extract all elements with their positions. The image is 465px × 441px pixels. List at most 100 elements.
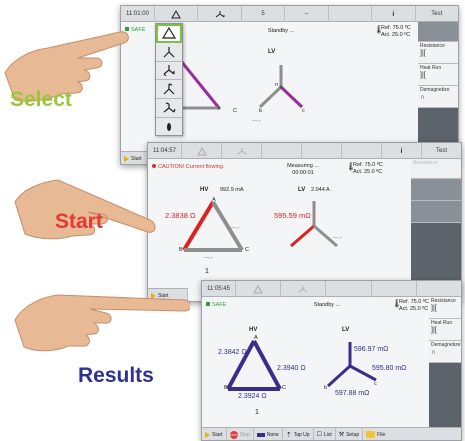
blank-button-3[interactable]: [417, 281, 461, 297]
test-tab[interactable]: Test: [416, 6, 458, 22]
state-text: Measuring ... 00:00:01: [273, 163, 333, 177]
tutorial-composite: 11:01:00 5 – i Test SAFE Standby ... 🌡 R…: [0, 0, 465, 441]
hv-c-label: C: [282, 385, 286, 391]
folder-icon: [366, 431, 376, 438]
thermometer-icon: 🌡: [346, 162, 357, 171]
screen-start: 11:04:57 i Test CAUTION! Current flowing…: [147, 142, 462, 302]
sidebar-item-resistance[interactable]: Resistance]|[: [429, 297, 461, 319]
sidebar-item-resistance[interactable]: Resistance]|[: [418, 42, 458, 64]
sidebar-item-disabled-2: [411, 201, 461, 223]
blank-button: [262, 143, 302, 159]
setup-button[interactable]: ⚒ Setup: [336, 428, 364, 440]
measuring-text: Measuring ...: [287, 163, 319, 169]
hv-label: HV: [249, 327, 258, 333]
wrench-icon: ⚒: [338, 432, 345, 438]
tap-mode-swatch-icon: [256, 432, 265, 437]
sidebar-blank: [418, 22, 458, 42]
single-phase-icon: [167, 123, 171, 132]
lv-b-label: b: [324, 385, 328, 391]
sidebar-item-demagnetize[interactable]: Demagnetize ∩: [418, 86, 458, 108]
hv-placeholder-1: ---.-: [230, 225, 239, 231]
wye-button[interactable]: [198, 6, 242, 22]
lv-label: LV: [268, 49, 276, 55]
hv-c-label: C: [233, 108, 237, 114]
thermometer-icon: 🌡: [374, 25, 385, 34]
start-button[interactable]: Start: [202, 428, 227, 440]
lv-winding-diagram: [258, 65, 304, 109]
top-toolbar: 11:01:00 5 – i Test: [121, 6, 458, 22]
delta-triangle-icon: [253, 284, 263, 293]
test-tab[interactable]: Test: [422, 143, 461, 159]
info-button[interactable]: i: [372, 6, 416, 22]
connection-button[interactable]: [155, 6, 199, 22]
tap-up-button[interactable]: ⇡ Tap Up: [283, 428, 314, 440]
zigzag-icon: [215, 10, 225, 17]
sidebar: Resistance]|[ Heat Run]|[ Demagnetize ∩: [429, 297, 461, 427]
zigzag-icon: [237, 147, 246, 154]
lv-winding-diagram: [290, 201, 338, 248]
screen-results: 11:05:45 SAFE Standby ... 🌡 Ref. 75.0 ºC…: [201, 280, 462, 441]
hv-value-ac: 2.3940 Ω: [277, 365, 306, 372]
lv-value-b: 597.88 mΩ: [335, 390, 370, 397]
file-button[interactable]: File: [363, 428, 388, 440]
blank-button[interactable]: [329, 6, 373, 22]
hv-label: HV: [200, 187, 209, 193]
sidebar-item-demagnetize[interactable]: Demagnetize ∩: [429, 341, 461, 363]
ref-temp: Ref. 75.0 ºC: [381, 25, 411, 31]
hv-b-label: B: [179, 247, 183, 253]
ref-temp: Ref. 75.0 ºC: [399, 299, 429, 305]
step-results-label: Results: [78, 364, 154, 387]
minus-button[interactable]: –: [285, 6, 329, 22]
step-select-label: Select: [10, 88, 72, 111]
hv-value-bc: 2.3924 Ω: [238, 393, 267, 400]
connection-button[interactable]: [236, 281, 282, 297]
delta-triangle-icon: [162, 26, 176, 39]
magnet-icon: ∩: [420, 94, 426, 101]
hv-placeholder-2: ---.-: [204, 255, 213, 261]
hv-current: 992.9 mA: [220, 187, 244, 193]
ref-temp: Ref. 75.0 ºC: [353, 162, 383, 168]
act-temp: Act. 25.0 ºC: [353, 169, 383, 175]
lv-value-c: 595.80 mΩ: [372, 365, 407, 372]
state-text: Standby ...: [267, 28, 295, 34]
play-icon: [205, 431, 210, 438]
lv-value-a: 596.97 mΩ: [354, 346, 389, 353]
menu-item-single-phase[interactable]: [156, 118, 182, 137]
lv-c-label: c: [302, 108, 305, 114]
state-text: Standby ...: [313, 302, 341, 308]
wye-variant-icon: [163, 83, 175, 95]
stop-icon: STOP: [229, 430, 238, 439]
lv-n-label: n: [275, 82, 279, 88]
temperature-readout: 🌡 Ref. 75.0 ºC Act. 25.0 ºC: [392, 299, 429, 313]
test-number[interactable]: 5: [242, 6, 286, 22]
list-button[interactable]: ☐ List: [314, 428, 336, 440]
lv-placeholder: ---.-: [333, 235, 342, 241]
sidebar-item-heatrun[interactable]: Heat Run]|[: [418, 64, 458, 86]
blank-button-3: [342, 143, 382, 159]
sidebar-item-resistance[interactable]: Resistance: [411, 159, 461, 179]
hv-b-label: B: [224, 385, 228, 391]
hv-a-label: A: [212, 197, 216, 203]
zigzag-variant-icon: [163, 102, 176, 113]
resistor-icon: ]|[: [420, 50, 426, 57]
hv-value-ab: 2.3842 Ω: [218, 349, 247, 356]
wye-button: [222, 143, 262, 159]
stop-button[interactable]: STOP Stop: [227, 428, 254, 440]
info-button[interactable]: i: [382, 143, 422, 159]
magnet-icon: ∩: [431, 349, 437, 356]
tap-mode-button[interactable]: None: [254, 428, 283, 440]
zigzag-icon: [298, 285, 308, 292]
elapsed-time: 00:00:01: [292, 170, 314, 176]
sidebar-item-disabled-1: [411, 179, 461, 201]
safe-status: SAFE: [206, 302, 226, 308]
hv-winding-diagram: [181, 60, 221, 110]
delta-triangle-icon: [196, 146, 207, 155]
delta-triangle-icon: [171, 9, 182, 18]
blank-button-2[interactable]: [372, 281, 417, 297]
safe-indicator-icon: [206, 302, 210, 306]
tap-up-icon: ⇡: [285, 431, 292, 439]
clock: 11:05:45: [202, 281, 236, 297]
wye-button[interactable]: [281, 281, 327, 297]
sidebar-item-heatrun[interactable]: Heat Run]|[: [429, 319, 461, 341]
blank-button[interactable]: [326, 281, 372, 297]
